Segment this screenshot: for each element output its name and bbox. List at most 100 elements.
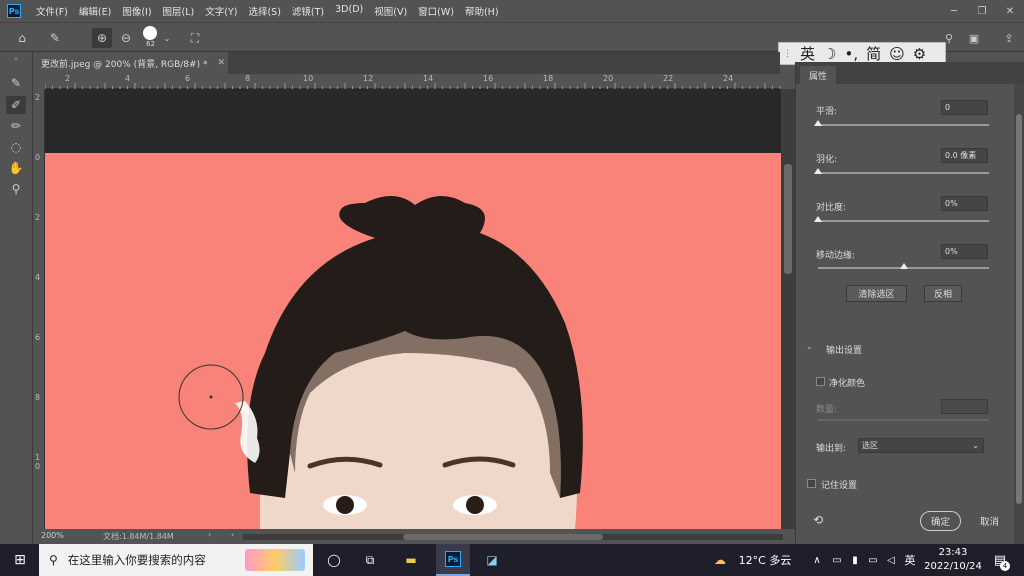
windows-start-icon[interactable]: ⊞	[6, 544, 34, 576]
menu-image[interactable]: 图像(I)	[122, 4, 151, 18]
home-icon[interactable]: ⌂	[12, 28, 32, 48]
microphone-icon[interactable]: ▮	[848, 544, 862, 576]
menu-layer[interactable]: 图层(L)	[163, 4, 195, 18]
feather-slider-handle[interactable]	[814, 168, 822, 174]
ruler-label: 22	[663, 74, 674, 83]
invert-button[interactable]: 反相	[924, 285, 962, 302]
tab-properties[interactable]: 属性	[800, 66, 836, 84]
remember-settings-label: 记住设置	[821, 481, 858, 491]
menu-bar: Ps 文件(F) 编辑(E) 图像(I) 图层(L) 文字(Y) 选择(S) 滤…	[0, 0, 1024, 22]
ime-grip-icon[interactable]: ⋮	[783, 49, 792, 59]
refine-edge-brush-icon[interactable]: ✐	[6, 96, 26, 114]
shift-edge-slider-handle[interactable]	[899, 263, 908, 269]
widgets-icon[interactable]: ⧉	[358, 544, 382, 576]
cancel-button[interactable]: 取消	[969, 511, 1010, 531]
panel-scrollbar[interactable]	[1014, 84, 1024, 544]
search-icon: ⚲	[49, 553, 58, 567]
chevron-right-icon[interactable]: ›	[208, 530, 211, 539]
app-icon[interactable]: ◪	[480, 544, 504, 576]
subtract-from-selection-icon[interactable]: ⊖	[116, 28, 136, 48]
ime-taskbar-indicator[interactable]: 英	[902, 544, 918, 576]
ok-button[interactable]: 确定	[920, 511, 961, 531]
lasso-icon[interactable]: ◌	[6, 138, 26, 156]
workspace-icon[interactable]: ▣	[965, 28, 983, 48]
vertical-scrollbar[interactable]	[781, 89, 795, 529]
collapse-icon[interactable]: »	[6, 55, 26, 63]
document-canvas[interactable]	[45, 89, 781, 529]
clock[interactable]: 23:43 2022/10/24	[920, 546, 986, 574]
ruler-label: 10	[303, 74, 314, 83]
zoom-icon[interactable]: ⚲	[6, 180, 26, 198]
horizontal-scrollbar-thumb[interactable]	[403, 534, 603, 540]
photoshop-taskbar-icon[interactable]: Ps	[436, 544, 470, 576]
smooth-slider-handle[interactable]	[814, 120, 822, 126]
panel-scrollbar-thumb[interactable]	[1016, 114, 1022, 504]
network-icon[interactable]: ▭	[830, 544, 844, 576]
minimize-button[interactable]: ─	[940, 0, 968, 22]
horizontal-scrollbar[interactable]	[243, 534, 783, 540]
shift-edge-label: 移动边缘:	[816, 251, 856, 261]
ime-simplified-indicator[interactable]: 简	[866, 43, 881, 64]
output-settings-heading[interactable]: 输出设置	[826, 343, 862, 356]
ruler-label: 6	[35, 333, 41, 342]
hand-icon[interactable]: ✋	[6, 159, 26, 177]
quick-selection-tool-icon[interactable]: ✎	[44, 28, 66, 48]
vertical-ruler: 2 0 2 4 6 8 1 0	[33, 89, 45, 529]
moon-icon[interactable]: ☽	[823, 45, 836, 63]
smiley-icon[interactable]: ☺	[889, 45, 905, 63]
reset-icon[interactable]: ⟲	[813, 513, 823, 527]
decontaminate-label: 净化颜色	[829, 379, 866, 389]
ruler-label: 14	[423, 74, 434, 83]
output-to-select[interactable]: 选区 ⌄	[858, 438, 984, 453]
smooth-field[interactable]: 0	[941, 100, 988, 115]
chevron-down-icon[interactable]: ⌄	[806, 342, 813, 351]
menu-window[interactable]: 窗口(W)	[418, 4, 454, 18]
add-to-selection-icon[interactable]: ⊕	[92, 28, 112, 48]
shift-edge-field[interactable]: 0%	[941, 244, 988, 259]
weather-text[interactable]: 12°C 多云	[735, 544, 795, 576]
chevron-up-icon[interactable]: ∧	[810, 544, 824, 576]
feather-slider-track[interactable]	[818, 172, 989, 174]
clear-selection-button[interactable]: 清除选区	[846, 285, 907, 302]
ruler-label: 4	[125, 74, 131, 83]
menu-select[interactable]: 选择(S)	[248, 4, 280, 18]
share-icon[interactable]: ⇪	[1000, 28, 1018, 48]
restore-button[interactable]: ❐	[968, 0, 996, 22]
brush-preview[interactable]	[143, 26, 157, 40]
battery-icon[interactable]: ▭	[866, 544, 880, 576]
contrast-slider-handle[interactable]	[814, 216, 822, 222]
menu-view[interactable]: 视图(V)	[374, 4, 407, 18]
zoom-level[interactable]: 200%	[41, 531, 64, 540]
scrollbar-thumb[interactable]	[784, 164, 792, 274]
photo-image[interactable]	[45, 153, 781, 529]
punctuation-icon[interactable]: •,	[844, 45, 858, 63]
chevron-left-icon[interactable]: ‹	[231, 530, 234, 539]
menu-edit[interactable]: 编辑(E)	[79, 4, 111, 18]
menu-3d[interactable]: 3D(D)	[335, 4, 363, 18]
smooth-slider-track[interactable]	[818, 124, 989, 126]
close-tab-icon[interactable]: ✕	[217, 58, 225, 68]
volume-icon[interactable]: ◁	[884, 544, 898, 576]
contrast-slider-track[interactable]	[818, 220, 989, 222]
quick-selection-icon[interactable]: ✎	[6, 74, 26, 92]
remember-settings-checkbox[interactable]	[807, 479, 816, 488]
menu-help[interactable]: 帮助(H)	[465, 4, 499, 18]
task-view-icon[interactable]: ◯	[324, 544, 344, 576]
notification-icon[interactable]: ▤	[990, 544, 1010, 576]
decontaminate-checkbox[interactable]	[816, 377, 825, 386]
contrast-field[interactable]: 0%	[941, 196, 988, 211]
ime-lang-indicator[interactable]: 英	[800, 43, 815, 64]
brush-icon[interactable]: ✏	[6, 117, 26, 135]
close-button[interactable]: ✕	[996, 0, 1024, 22]
menu-filter[interactable]: 滤镜(T)	[292, 4, 324, 18]
menu-file[interactable]: 文件(F)	[36, 4, 68, 18]
ruler-label: 2	[35, 93, 41, 102]
chevron-down-icon[interactable]: ⌄	[162, 28, 172, 48]
document-tab[interactable]: 更改前.jpeg @ 200% (背景, RGB/8#) * ✕	[33, 52, 228, 74]
gear-icon[interactable]: ⚙	[913, 45, 926, 63]
select-subject-icon[interactable]: ⛶	[185, 28, 205, 48]
feather-field[interactable]: 0.0 像素	[941, 148, 988, 163]
taskbar-search-box[interactable]: ⚲ 在这里输入你要搜索的内容	[39, 544, 313, 576]
menu-type[interactable]: 文字(Y)	[205, 4, 237, 18]
file-explorer-icon[interactable]: ▬	[398, 544, 424, 576]
